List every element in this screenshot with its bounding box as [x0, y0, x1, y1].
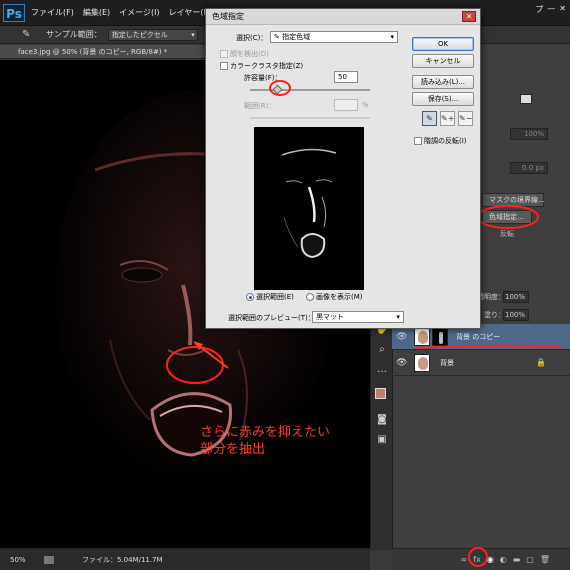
detect-faces-option[interactable]: 顔を検出(D) — [220, 49, 269, 59]
radio-selection[interactable] — [246, 293, 254, 301]
selection-preview[interactable] — [254, 127, 364, 290]
lock-icon: 🔒 — [536, 358, 546, 367]
preview-mask-image — [281, 148, 337, 259]
dialog-title: 色域指定 — [212, 12, 244, 21]
range-label: 範囲(R)： — [244, 102, 276, 110]
zoom-level[interactable]: 50% — [10, 556, 34, 564]
invert-button[interactable]: 反転 — [482, 228, 532, 242]
color-range-highlight — [477, 205, 539, 229]
subtract-from-sample-icon[interactable]: ✎− — [458, 111, 473, 126]
layer-name[interactable]: 背景 — [440, 358, 454, 368]
localized-clusters-checkbox[interactable] — [220, 62, 228, 70]
localized-clusters-option[interactable]: カラークラスタ指定(Z) — [220, 61, 303, 71]
folder-icon[interactable]: ▬ — [513, 555, 521, 564]
detect-faces-label: 顔を検出(D) — [230, 50, 269, 58]
screen-mode-icon[interactable]: ▣ — [371, 430, 393, 450]
visibility-eye-icon[interactable]: 👁 — [396, 358, 410, 368]
document-info-icon[interactable] — [44, 555, 54, 564]
photoshop-window: Ps ファイル(F) 編集(E) イメージ(I) レイヤー(L) プ — ✕ ✎… — [0, 0, 570, 570]
eyedropper-tool-icon[interactable]: ✎ — [422, 111, 437, 126]
file-size[interactable]: ファイル：5.04M/11.7M — [82, 555, 163, 565]
save-button[interactable]: 保存(S)... — [412, 92, 474, 106]
cancel-button[interactable]: キャンセル — [412, 54, 474, 68]
tools-strip: ✎ ✋ ⌕ … ◙ ▣ — [370, 300, 392, 550]
invert-option[interactable]: 階調の反転(I) — [414, 136, 467, 146]
select-label: 選択(C)： — [236, 34, 268, 42]
detect-faces-checkbox[interactable] — [220, 50, 228, 58]
localized-clusters-label: カラークラスタ指定(Z) — [230, 62, 304, 70]
fuzziness-highlight — [269, 80, 291, 96]
fuzziness-input[interactable]: 50 — [334, 71, 358, 83]
feather-field[interactable]: 0.0 px — [510, 162, 548, 174]
range-input[interactable] — [334, 99, 358, 111]
add-to-sample-icon[interactable]: ✎+ — [440, 111, 455, 126]
radio-selection-option[interactable]: 選択範囲(E) — [246, 292, 294, 302]
invert-label: 階調の反転(I) — [424, 137, 467, 145]
selection-preview-label: 選択範囲のプレビュー(T)： — [228, 314, 315, 322]
color-range-dialog: 色域指定 ✕ 選択(C)： ✎ 指定色域 顔を検出(D) カラークラスタ指定(Z… — [205, 8, 481, 329]
foreground-color-swatch[interactable] — [375, 388, 386, 399]
quick-mask-icon[interactable]: ◙ — [371, 410, 393, 430]
layer-thumbnail — [414, 353, 430, 372]
layer-row[interactable]: 👁 背景 🔒 — [392, 350, 570, 376]
dialog-title-bar[interactable]: 色域指定 ✕ — [206, 9, 480, 25]
selection-preview-select[interactable]: 黒マット — [312, 311, 404, 323]
visibility-eye-icon[interactable]: 👁 — [396, 332, 410, 342]
color-swatches — [371, 380, 392, 410]
more-tools-icon[interactable]: … — [371, 360, 393, 380]
dialog-close-icon[interactable]: ✕ — [462, 11, 476, 22]
range-unit: % — [362, 101, 369, 109]
range-slider-track[interactable] — [250, 117, 370, 119]
radio-selection-label: 選択範囲(E) — [256, 293, 294, 301]
status-bar: 50% ファイル：5.04M/11.7M — [0, 548, 370, 570]
ok-button[interactable]: OK — [412, 37, 474, 51]
select-dropdown[interactable]: ✎ 指定色域 — [270, 31, 398, 43]
mask-button-highlight — [468, 547, 488, 567]
load-button[interactable]: 読み込み(L)... — [412, 75, 474, 89]
layer-name[interactable]: 背景 のコピー — [456, 332, 500, 342]
zoom-tool-icon[interactable]: ⌕ — [371, 340, 393, 360]
fill-field[interactable]: 100% — [503, 309, 529, 321]
radio-image[interactable] — [306, 293, 314, 301]
radio-image-label: 画像を表示(M) — [316, 293, 363, 301]
radio-image-option[interactable]: 画像を表示(M) — [306, 292, 363, 302]
adjustment-icon[interactable]: ◐ — [500, 555, 507, 564]
new-layer-icon[interactable]: ▢ — [526, 555, 534, 564]
density-field[interactable]: 100% — [510, 128, 548, 140]
select-eyedropper-icon: ✎ — [274, 33, 283, 41]
trash-icon[interactable]: 🗑 — [540, 555, 550, 564]
invert-checkbox[interactable] — [414, 137, 422, 145]
select-value: 指定色域 — [282, 33, 311, 41]
opacity-field[interactable]: 100% — [503, 291, 529, 303]
fill-label: 塗り： — [484, 311, 505, 319]
mask-panel-icon[interactable] — [520, 94, 532, 104]
